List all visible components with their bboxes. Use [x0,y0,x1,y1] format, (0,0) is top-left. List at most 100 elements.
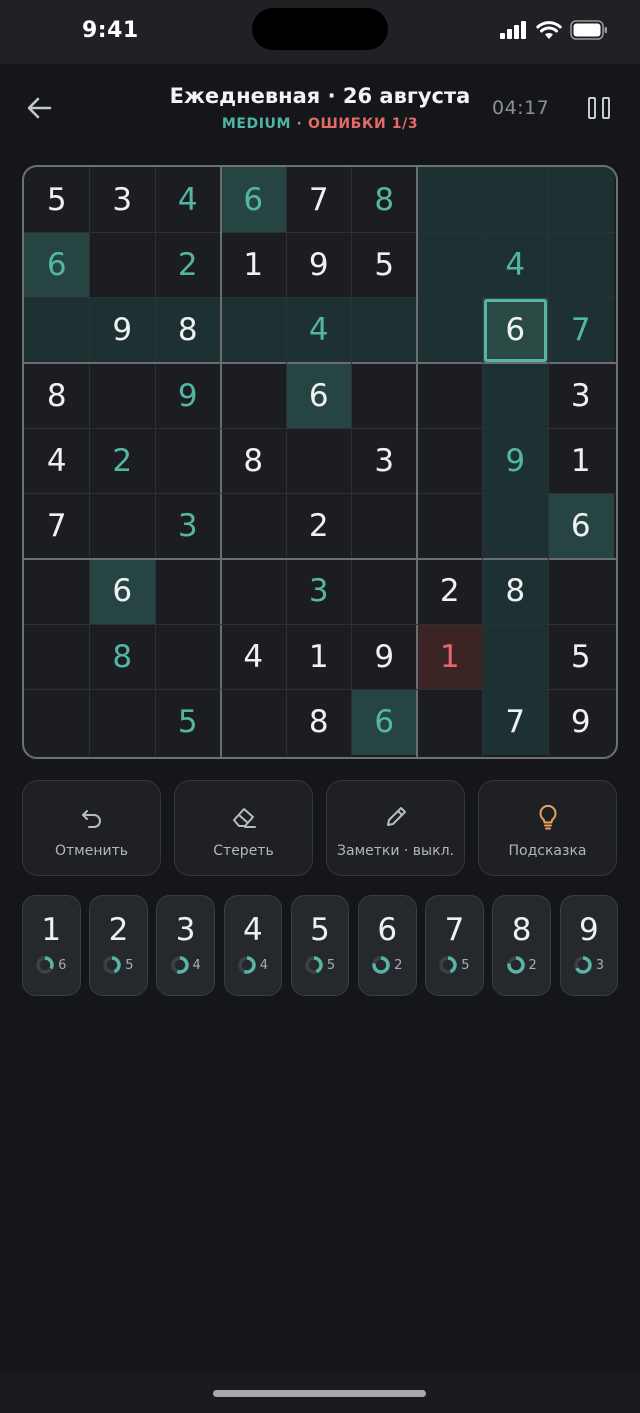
board-cell-r2c3[interactable]: 2 [155,232,221,297]
board-cell-r1c5[interactable]: 7 [286,167,352,232]
board-cell-r5c4[interactable]: 8 [221,428,287,493]
board-cell-r3c9[interactable]: 7 [548,297,614,363]
board-cell-r6c8[interactable] [482,493,548,559]
board-cell-r2c5[interactable]: 9 [286,232,352,297]
board-cell-r6c7[interactable] [417,494,483,559]
board-cell-r9c8[interactable]: 7 [482,689,548,755]
hint-button[interactable]: Подсказка [478,780,617,876]
board-cell-r6c2[interactable] [90,494,156,559]
board-cell-r9c7[interactable] [417,689,483,754]
board-cell-r3c2[interactable]: 9 [89,297,155,363]
board-cell-r2c7[interactable] [417,232,483,298]
board-cell-r4c2[interactable] [90,363,156,428]
board-cell-r1c8[interactable] [482,167,548,233]
number-key-digit: 2 [108,912,129,948]
board-cell-r2c9[interactable] [548,232,614,298]
board-cell-r4c8[interactable] [482,362,548,429]
board-cell-r3c7[interactable] [417,297,483,363]
board-cell-r3c1[interactable] [24,297,90,363]
board-cell-r3c5[interactable]: 4 [286,297,352,363]
board-cell-r8c4[interactable]: 4 [221,624,287,689]
board-cell-r5c3[interactable] [155,428,221,493]
board-cell-r7c6[interactable] [352,559,418,624]
board-cell-r3c4[interactable] [220,297,286,363]
eraser-icon [232,808,256,828]
board-cell-r4c7[interactable] [417,363,483,428]
board-cell-r9c3[interactable]: 5 [155,689,221,754]
board-cell-r6c3[interactable]: 3 [155,494,221,559]
board-cell-r3c8[interactable]: 6 [482,297,548,363]
board-cell-r9c6[interactable]: 6 [351,689,417,755]
board-cell-r2c2[interactable] [90,232,156,297]
board-cell-r8c5[interactable]: 1 [286,624,352,689]
board-cell-r4c4[interactable] [221,363,287,428]
board-cell-r6c5[interactable]: 2 [286,494,352,559]
board-cell-r2c6[interactable]: 5 [352,232,418,297]
board-cell-r7c5[interactable]: 3 [286,559,352,624]
number-key-1[interactable]: 16 [22,895,81,996]
board-cell-r5c5[interactable] [286,428,352,493]
board-cell-r4c5[interactable]: 6 [286,362,352,429]
board-cell-r2c4[interactable]: 1 [221,232,287,297]
board-cell-r4c1[interactable]: 8 [24,363,90,428]
board-cell-r5c9[interactable]: 1 [548,428,614,493]
board-cell-r8c6[interactable]: 9 [352,624,418,689]
number-key-4[interactable]: 44 [223,895,283,996]
board-cell-r7c3[interactable] [155,559,221,624]
number-key-6[interactable]: 62 [358,895,417,996]
board-cell-r9c1[interactable] [24,689,90,754]
number-key-5[interactable]: 55 [290,895,350,996]
board-cell-r4c9[interactable]: 3 [548,363,614,428]
board-cell-r5c8[interactable]: 9 [482,428,548,494]
board-cell-r7c2[interactable]: 6 [89,558,155,625]
home-indicator[interactable] [213,1390,426,1397]
board-cell-r9c5[interactable]: 8 [286,689,352,754]
board-cell-r1c7[interactable] [417,167,483,233]
board-cell-r2c1[interactable]: 6 [24,232,90,298]
board-cell-r6c6[interactable] [352,494,418,559]
board-cell-r1c3[interactable]: 4 [155,167,221,232]
notes-toggle-button[interactable]: Заметки · выкл. [326,780,465,876]
board-cell-r5c2[interactable]: 2 [90,428,156,493]
pause-button[interactable] [586,95,614,123]
board-cell-r5c1[interactable]: 4 [24,428,90,493]
number-key-9[interactable]: 93 [559,895,619,996]
board-cell-r9c4[interactable] [221,689,287,754]
board-cell-r7c7[interactable]: 2 [417,559,483,624]
board-cell-r6c9[interactable]: 6 [548,493,614,559]
board-cell-r8c8[interactable] [482,624,548,690]
board-cell-r7c8[interactable]: 8 [482,558,548,625]
board-cell-r1c4[interactable]: 6 [220,167,286,233]
board-cell-r8c9[interactable]: 5 [548,624,614,689]
board-cell-r3c3[interactable]: 8 [155,297,221,363]
erase-button[interactable]: Стереть [174,780,313,876]
number-key-2[interactable]: 25 [89,895,148,996]
undo-button[interactable]: Отменить [22,780,161,876]
board-cell-r1c2[interactable]: 3 [90,167,156,232]
board-cell-r9c2[interactable] [90,689,156,754]
board-cell-r7c9[interactable] [548,559,614,624]
board-cell-r8c1[interactable] [24,624,90,689]
number-key-7[interactable]: 75 [425,895,484,996]
number-key-8[interactable]: 82 [492,895,551,996]
board-cell-r6c4[interactable] [221,494,287,559]
board-cell-r5c7[interactable] [417,428,483,493]
board-cell-r7c4[interactable] [221,559,287,624]
number-key-3[interactable]: 34 [156,895,215,996]
grid-line-horizontal [24,623,616,625]
board-cell-r1c9[interactable] [548,167,614,233]
board-cell-r8c2[interactable]: 8 [90,624,156,689]
board-cell-r8c3[interactable] [155,624,221,689]
board-cell-r7c1[interactable] [24,559,90,624]
board-cell-r5c6[interactable]: 3 [352,428,418,493]
board-cell-r1c6[interactable]: 8 [352,167,418,232]
board-cell-r3c6[interactable] [351,297,417,363]
board-cell-r8c7[interactable]: 1 [417,624,483,690]
board-cell-r2c8[interactable]: 4 [482,232,548,298]
board-cell-r6c1[interactable]: 7 [24,494,90,559]
notes-label: Заметки · выкл. [337,843,454,859]
board-cell-r4c3[interactable]: 9 [155,363,221,428]
board-cell-r9c9[interactable]: 9 [548,689,614,754]
board-cell-r1c1[interactable]: 5 [24,167,90,232]
board-cell-r4c6[interactable] [352,363,418,428]
